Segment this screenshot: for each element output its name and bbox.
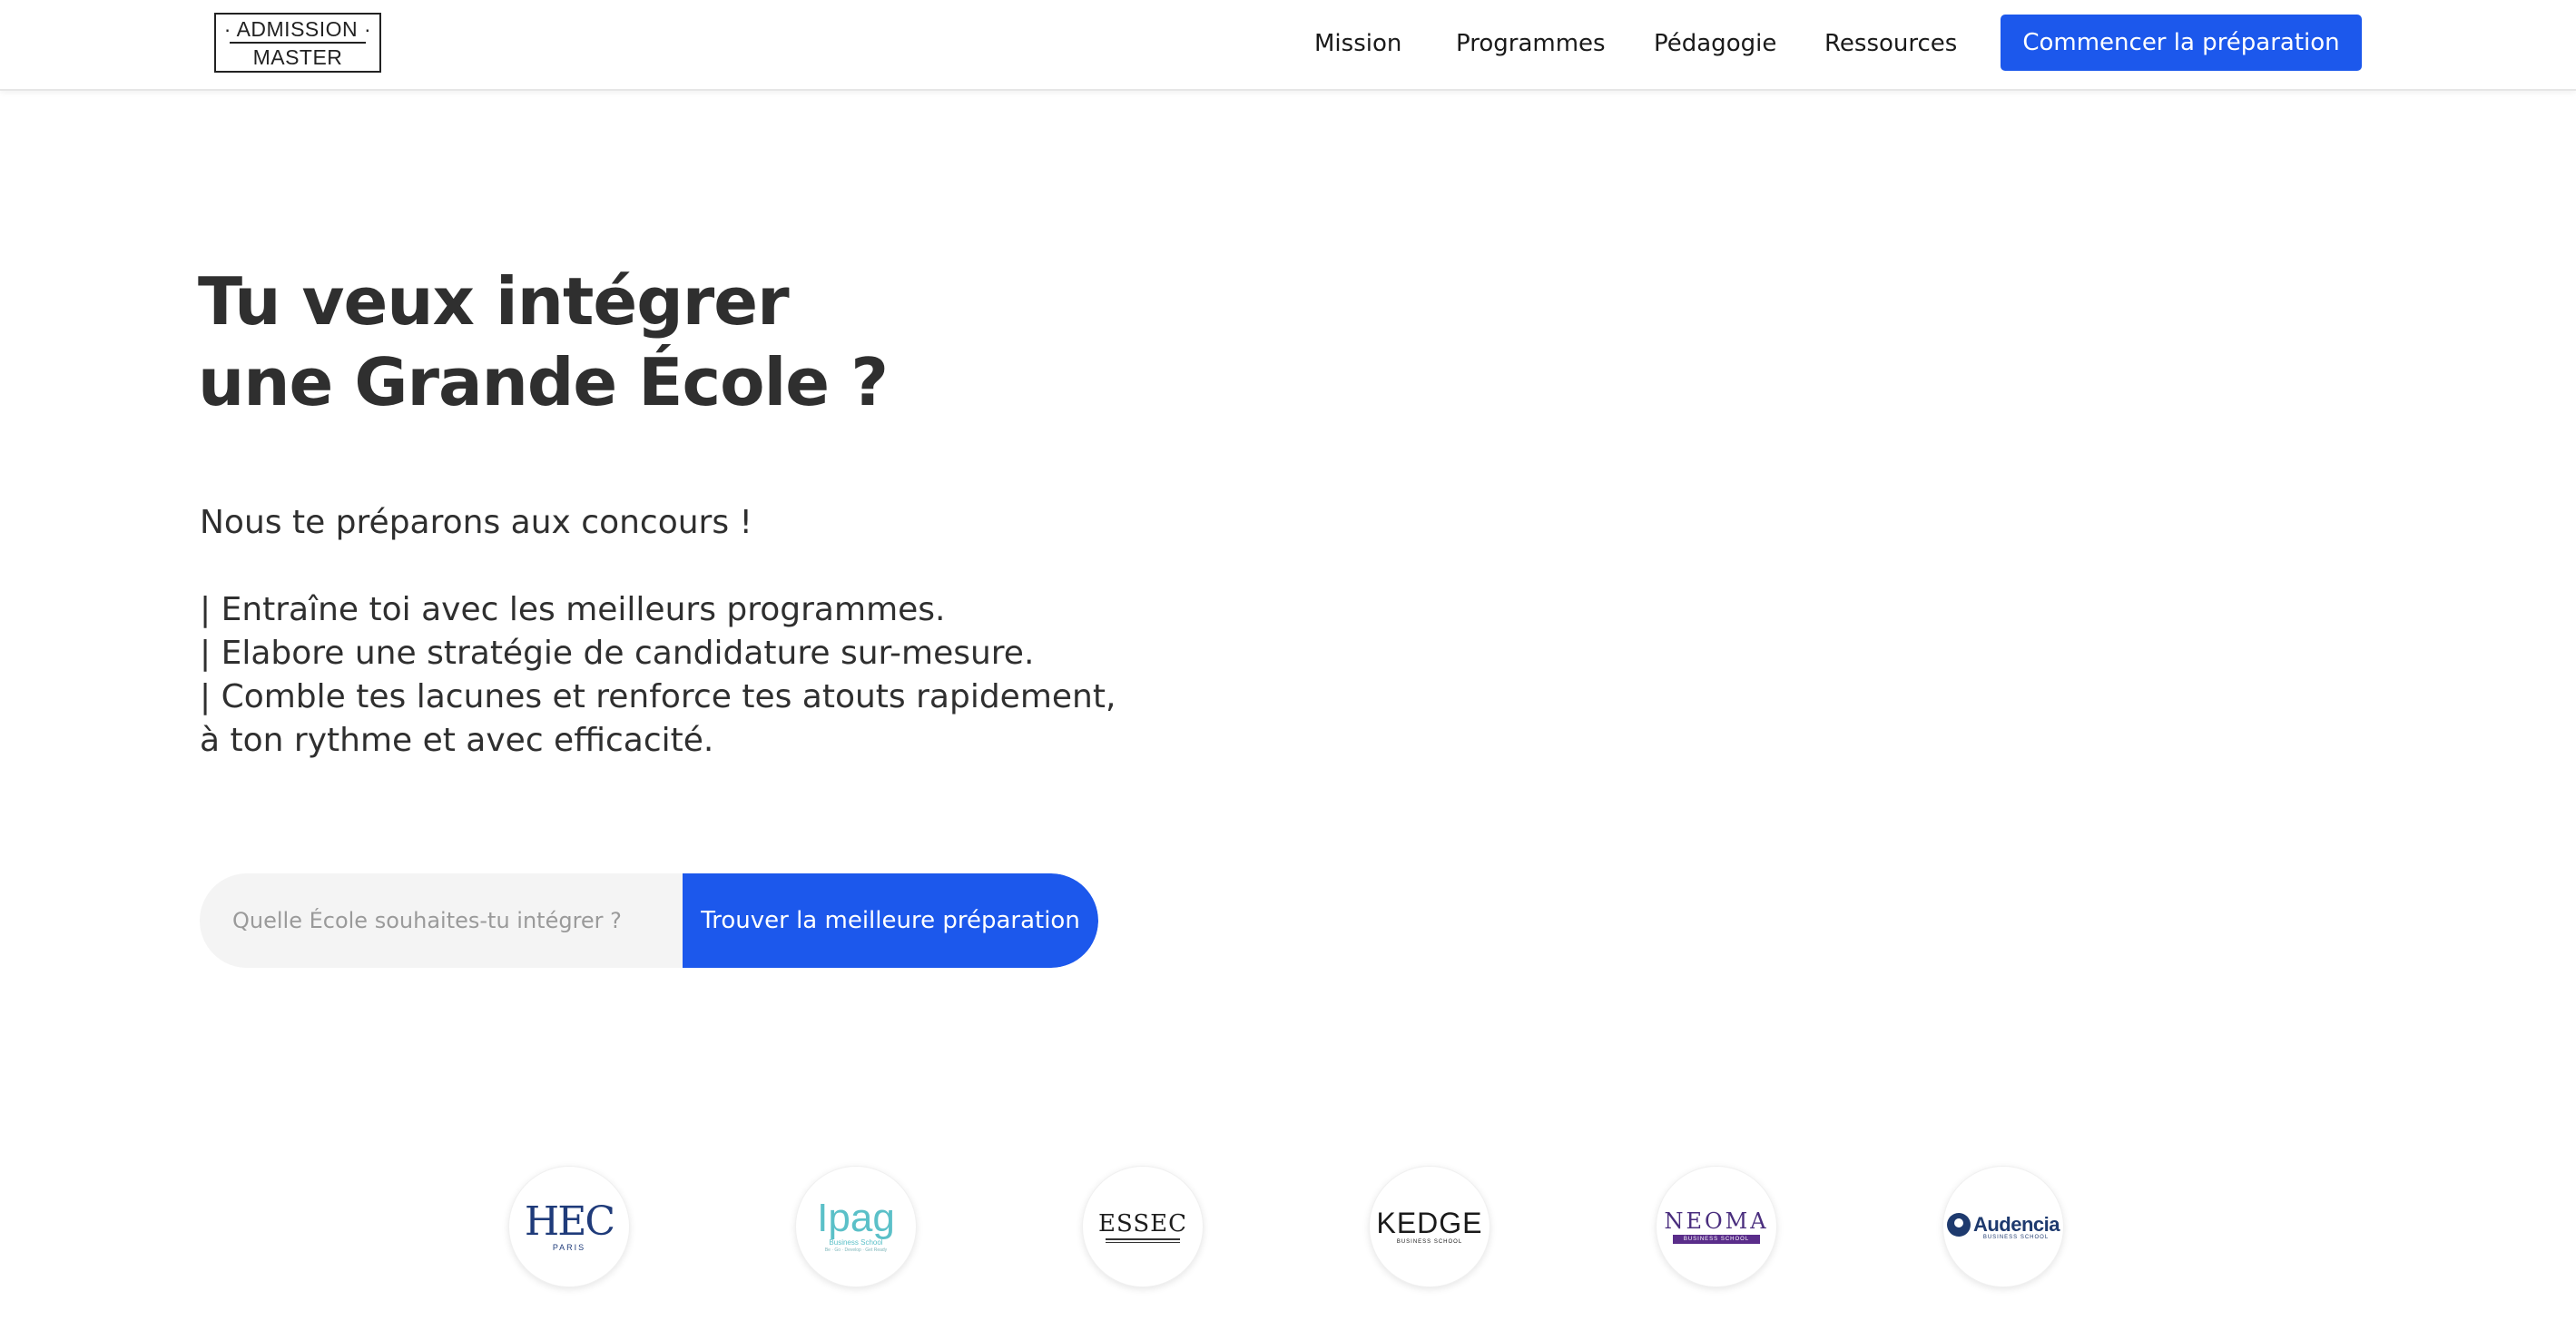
- ipag-logo-sub: Business School: [829, 1238, 883, 1247]
- nav-item-pedagogie[interactable]: Pédagogie: [1654, 29, 1776, 58]
- hero-point: à ton rythme et avec efficacité.: [200, 722, 714, 759]
- school-search-input[interactable]: [200, 873, 683, 968]
- nav-item-programmes[interactable]: Programmes: [1456, 29, 1606, 58]
- school-logo-ipag[interactable]: Ipag Business School Be · Go · Develop ·…: [795, 1166, 917, 1287]
- ipag-logo-tagline: Be · Go · Develop · Get Ready: [824, 1247, 888, 1253]
- school-logo-audencia[interactable]: Audencia BUSINESS SCHOOL: [1942, 1166, 2064, 1287]
- school-logo-neoma[interactable]: NEOMA BUSINESS SCHOOL: [1656, 1166, 1777, 1287]
- essec-logo-text: ESSEC: [1097, 1209, 1188, 1237]
- find-preparation-button[interactable]: Trouver la meilleure préparation: [683, 873, 1098, 968]
- hero-title-line1: Tu veux intégrer: [198, 263, 790, 340]
- hero-point: | Elabore une stratégie de candidature s…: [200, 635, 1035, 672]
- kedge-logo-text: KEDGE: [1376, 1207, 1483, 1239]
- logo-line1: · ADMISSION ·: [223, 16, 372, 41]
- hero-points: | Entraîne toi avec les meilleurs progra…: [200, 588, 1116, 763]
- hero-title: Tu veux intégrer une Grande École ?: [198, 261, 1287, 423]
- school-logo-hec[interactable]: HEC PARIS: [508, 1166, 630, 1287]
- neoma-logo-sub: BUSINESS SCHOOL: [1672, 1235, 1761, 1244]
- neoma-logo-text: NEOMA: [1664, 1208, 1769, 1234]
- audencia-logo-text: Audencia: [1972, 1213, 2060, 1236]
- logo-divider: [230, 41, 366, 44]
- admission-master-logo[interactable]: · ADMISSION · MASTER: [214, 13, 381, 73]
- hero-title-line2: une Grande École ?: [198, 344, 889, 420]
- start-preparation-button[interactable]: Commencer la préparation: [2001, 15, 2362, 71]
- hero-lead: Nous te préparons aux concours !: [200, 504, 752, 541]
- audencia-logo-sub: BUSINESS SCHOOL: [1982, 1235, 2050, 1240]
- school-logo-essec[interactable]: ESSEC: [1082, 1166, 1204, 1287]
- essec-logo-bar: [1106, 1241, 1180, 1243]
- kedge-logo-sub: BUSINESS SCHOOL: [1396, 1239, 1463, 1245]
- ipag-logo-text: Ipag: [817, 1196, 895, 1240]
- audencia-emblem-icon: [1946, 1213, 1971, 1237]
- site-header: · ADMISSION · MASTER Mission Programmes …: [0, 0, 2576, 91]
- logo-line2: MASTER: [252, 44, 343, 69]
- hec-logo-text: HEC: [524, 1198, 615, 1245]
- nav-item-ressources[interactable]: Ressources: [1824, 29, 1957, 58]
- audencia-logo-row: Audencia: [1946, 1213, 2060, 1237]
- essec-logo-bar: [1106, 1237, 1180, 1240]
- hero-point: | Comble tes lacunes et renforce tes ato…: [200, 678, 1116, 715]
- hec-logo-sub: PARIS: [552, 1242, 586, 1252]
- hero-point: | Entraîne toi avec les meilleurs progra…: [200, 591, 946, 628]
- nav-item-mission[interactable]: Mission: [1314, 29, 1401, 58]
- school-logo-kedge[interactable]: KEDGE BUSINESS SCHOOL: [1369, 1166, 1490, 1287]
- school-search-bar: Trouver la meilleure préparation: [200, 873, 1098, 968]
